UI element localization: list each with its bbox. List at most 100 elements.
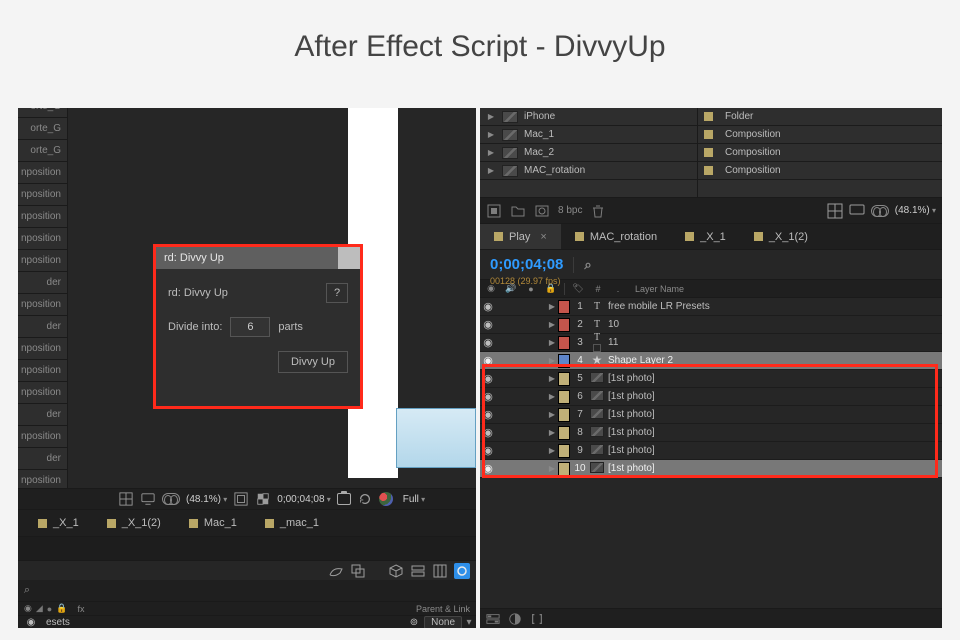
layer-name[interactable]: [1st photo] [604, 445, 655, 456]
timeline-tab[interactable]: MAC_rotation [561, 224, 671, 249]
label-swatch[interactable] [558, 318, 570, 332]
project-item[interactable]: ▶Mac_2 [480, 144, 697, 162]
twirl-icon[interactable]: ▶ [486, 112, 496, 121]
interpret-icon[interactable] [486, 203, 502, 219]
layer-row[interactable]: ◉▶9[1st photo] [480, 442, 942, 460]
render-queue-icon[interactable] [454, 563, 470, 579]
visibility-icon[interactable]: ◉ [480, 354, 496, 367]
modes-icon[interactable] [508, 612, 522, 626]
divide-input[interactable]: 6 [230, 317, 270, 337]
timeline-tab[interactable]: _X_1(2) [740, 224, 822, 249]
visibility-icon[interactable]: ◉ [480, 372, 496, 385]
visibility-icon[interactable]: ◉ [480, 426, 496, 439]
twirl-icon[interactable]: ▶ [546, 446, 558, 455]
twirl-icon[interactable]: ▶ [546, 374, 558, 383]
visibility-icon[interactable]: ◉ [480, 444, 496, 457]
twirl-icon[interactable]: ▶ [546, 302, 558, 311]
resolution-dropdown[interactable]: Full [403, 494, 425, 505]
layer-row[interactable]: ◉▶1Tfree mobile LR Presets [480, 298, 942, 316]
cube-icon[interactable] [388, 563, 404, 579]
search-icon[interactable]: ⌕ [573, 257, 591, 273]
timeline-tab[interactable]: _X_1 [671, 224, 740, 249]
snapshot-icon[interactable] [337, 493, 351, 505]
timeline-tab[interactable]: Mac_1 [189, 517, 237, 529]
label-swatch[interactable] [558, 444, 570, 458]
mask-icon[interactable] [871, 205, 889, 217]
layer-row[interactable]: ◉▶5[1st photo] [480, 370, 942, 388]
layer-row[interactable]: ◉▶4★Shape Layer 2 [480, 352, 942, 370]
collapse-icon[interactable] [410, 563, 426, 579]
monitor-icon[interactable] [849, 203, 865, 219]
visibility-icon[interactable]: ◉ [480, 408, 496, 421]
layer-row[interactable]: ◉▶7[1st photo] [480, 406, 942, 424]
label-swatch[interactable] [558, 300, 570, 314]
close-icon[interactable]: × [540, 231, 546, 243]
grid-icon[interactable] [827, 203, 843, 219]
layer-name[interactable]: [1st photo] [604, 427, 655, 438]
layer-row[interactable]: ◉▶3T 11 [480, 334, 942, 352]
timeline-search[interactable]: ⌕ [18, 580, 476, 602]
transparency-icon[interactable] [255, 492, 271, 506]
twirl-icon[interactable]: ▶ [546, 410, 558, 419]
twirl-icon[interactable]: ▶ [486, 148, 496, 157]
timecode-dropdown[interactable]: 0;00;04;08 [277, 494, 331, 505]
toggle-switches-icon[interactable] [486, 612, 500, 626]
layer-name[interactable]: [1st photo] [604, 391, 655, 402]
frameblend-icon[interactable] [350, 563, 366, 579]
twirl-icon[interactable]: ▶ [486, 166, 496, 175]
project-item[interactable]: ▶iPhone [480, 108, 697, 126]
visibility-icon[interactable]: ◉ [480, 336, 496, 349]
project-item[interactable]: ▶Mac_1 [480, 126, 697, 144]
label-swatch[interactable] [558, 336, 570, 350]
layer-name[interactable]: [1st photo] [604, 373, 655, 384]
new-folder-icon[interactable] [510, 203, 526, 219]
label-swatch[interactable] [558, 426, 570, 440]
layer-name[interactable]: 10 [604, 319, 619, 330]
monitor-icon[interactable] [140, 492, 156, 506]
trash-icon[interactable] [590, 203, 606, 219]
safezone-icon[interactable] [233, 492, 249, 506]
twirl-icon[interactable]: ▶ [546, 320, 558, 329]
visibility-icon[interactable]: ◉ [480, 300, 496, 313]
twirl-icon[interactable]: ▶ [546, 464, 558, 473]
layer-name[interactable]: [1st photo] [604, 463, 655, 474]
bpc-label[interactable]: 8 bpc [558, 205, 582, 216]
label-swatch[interactable] [558, 462, 570, 476]
shy-icon[interactable] [328, 563, 344, 579]
layer-row[interactable]: ◉▶2T10 [480, 316, 942, 334]
label-swatch[interactable] [558, 372, 570, 386]
label-swatch[interactable] [558, 390, 570, 404]
visibility-icon[interactable]: ◉ [480, 390, 496, 403]
column-icon[interactable] [432, 563, 448, 579]
grid-icon[interactable] [118, 492, 134, 506]
divvyup-button[interactable]: Divvy Up [278, 351, 348, 373]
visibility-icon[interactable]: ◉ [480, 318, 496, 331]
layer-name[interactable]: [1st photo] [604, 409, 655, 420]
layer-row[interactable]: ◉▶10[1st photo] [480, 460, 942, 478]
label-swatch[interactable] [558, 354, 570, 368]
zoom-dropdown[interactable]: (48.1%) [895, 205, 936, 216]
visibility-icon[interactable]: ◉ [20, 617, 42, 628]
parent-dropdown[interactable]: None [424, 616, 462, 628]
layer-name[interactable]: Shape Layer 2 [604, 355, 673, 366]
project-item[interactable]: ▶MAC_rotation [480, 162, 697, 180]
help-button[interactable]: ? [326, 283, 348, 303]
dialog-title-bar[interactable]: rd: Divvy Up [156, 247, 360, 269]
twirl-icon[interactable]: ▶ [546, 428, 558, 437]
mask-icon[interactable] [162, 493, 180, 505]
layer-row[interactable]: ◉▶8[1st photo] [480, 424, 942, 442]
layer-row[interactable]: ◉▶6[1st photo] [480, 388, 942, 406]
timeline-tab[interactable]: Play× [480, 224, 561, 249]
timeline-tab[interactable]: _X_1(2) [107, 517, 161, 529]
twirl-icon[interactable]: ▶ [486, 130, 496, 139]
refresh-icon[interactable] [357, 492, 373, 506]
twirl-icon[interactable]: ▶ [546, 338, 558, 347]
timeline-tab[interactable]: _X_1 [38, 517, 79, 529]
twirl-icon[interactable]: ▶ [546, 356, 558, 365]
timeline-tab[interactable]: _mac_1 [265, 517, 319, 529]
close-icon[interactable] [338, 247, 360, 269]
label-swatch[interactable] [558, 408, 570, 422]
channel-icon[interactable] [379, 492, 393, 506]
zoom-dropdown[interactable]: (48.1%) [186, 494, 227, 505]
new-comp-icon[interactable] [534, 203, 550, 219]
